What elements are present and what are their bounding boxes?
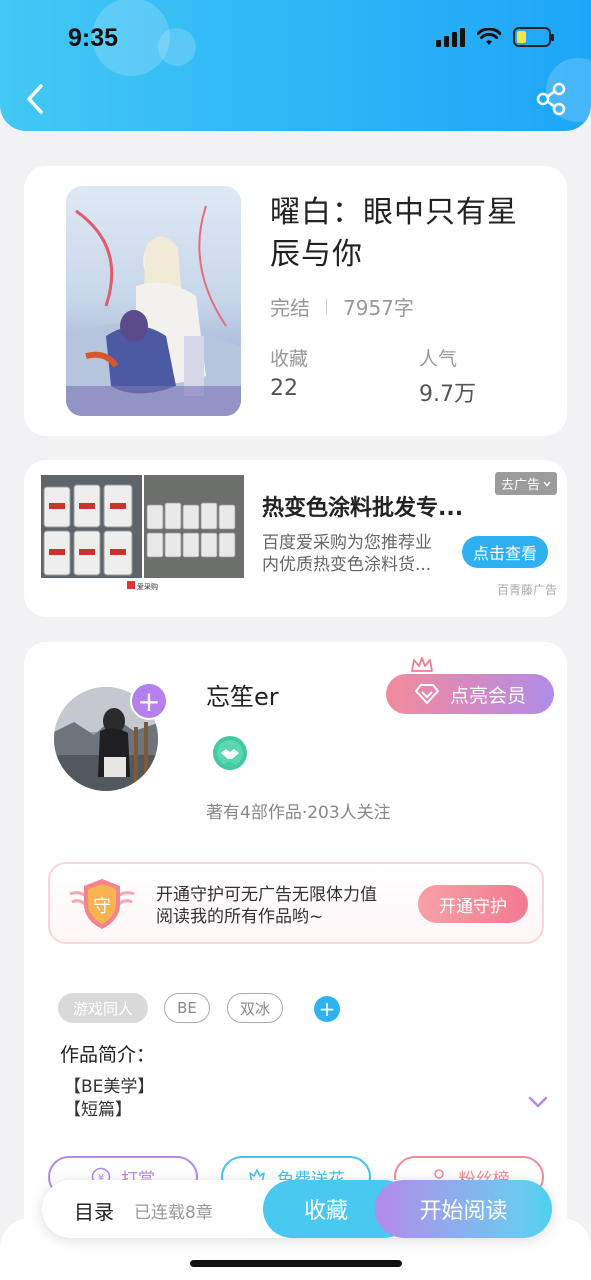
guard-text-line2: 阅读我的所有作品哟~ <box>156 907 324 927</box>
tag-game-fanfic[interactable]: 游戏同人 <box>58 993 148 1023</box>
popularity-label: 人气 <box>419 348 458 370</box>
wifi-icon <box>477 28 501 45</box>
book-title: 曜白：眼中只有星辰与你 <box>270 195 518 272</box>
tag-shuangbing[interactable]: 双冰 <box>227 993 283 1023</box>
intro-text: 【BE美学】 【短篇】 <box>64 1076 154 1122</box>
book-status: 完结 <box>270 296 310 320</box>
favorites-label: 收藏 <box>270 348 309 370</box>
intro-line: 【短篇】 <box>64 1100 132 1120</box>
handshake-badge-icon[interactable] <box>212 735 248 771</box>
remove-ad-button[interactable]: 去广告 <box>494 472 557 495</box>
favorites-value: 22 <box>270 376 298 401</box>
shield-icon: 守 <box>69 879 135 929</box>
diamond-icon <box>414 684 439 704</box>
top-header: 9:35 <box>0 0 591 131</box>
intro-line: 【BE美学】 <box>64 1077 155 1097</box>
book-meta: 完结 7957字 <box>270 292 414 321</box>
cellular-signal-icon <box>436 27 465 47</box>
guard-text-line1: 开通守护可无广告无限体力值 <box>156 885 377 905</box>
author-name[interactable]: 忘笙er <box>206 677 279 712</box>
guard-icon-char: 守 <box>93 896 111 917</box>
start-reading-button[interactable]: 开始阅读 <box>375 1180 552 1238</box>
add-tag-button[interactable]: + <box>314 996 340 1022</box>
intro-label: 作品简介： <box>60 1044 156 1066</box>
remove-ad-label: 去广告 <box>500 478 540 493</box>
ad-source: 百青藤广告 <box>496 583 557 597</box>
svg-text:爱采购: 爱采购 <box>137 582 158 591</box>
ad-title[interactable]: 热变色涂料批发专... <box>262 490 463 522</box>
chevron-down-icon[interactable] <box>526 1094 550 1110</box>
crown-icon <box>411 657 433 672</box>
ad-card[interactable]: 爱采购 热变色涂料批发专... 百度爱采购为您推荐业内优质热变色涂料货... 去… <box>24 460 567 617</box>
book-word-count: 7957字 <box>343 296 414 320</box>
home-indicator <box>190 1260 402 1267</box>
guard-promo-text: 开通守护可无广告无限体力值 阅读我的所有作品哟~ <box>156 884 377 928</box>
meta-divider <box>326 298 327 315</box>
activate-guard-button[interactable]: 开通守护 <box>418 885 528 923</box>
ad-view-button[interactable]: 点击查看 <box>462 536 548 568</box>
book-cover-image[interactable] <box>66 186 241 416</box>
status-time: 9:35 <box>68 24 119 52</box>
chapter-count: 已连载8章 <box>134 1203 213 1223</box>
battery-icon <box>513 27 554 47</box>
vip-button-label: 点亮会员 <box>449 684 526 707</box>
book-info-card: 曜白：眼中只有星辰与你 完结 7957字 收藏 22 人气 9.7万 <box>24 166 567 436</box>
share-icon[interactable] <box>535 82 569 116</box>
bottom-action-bar: 目录 已连载8章 收藏 开始阅读 <box>42 1180 552 1238</box>
status-icons <box>436 27 554 47</box>
popularity-value: 9.7万 <box>419 382 476 407</box>
activate-vip-button[interactable]: 点亮会员 <box>386 674 554 714</box>
tag-be[interactable]: BE <box>164 993 210 1023</box>
chevron-down-icon <box>543 481 551 487</box>
decor-bubble-small <box>158 28 196 66</box>
table-of-contents-button[interactable]: 目录 <box>74 1196 114 1225</box>
ad-description: 百度爱采购为您推荐业内优质热变色涂料货... <box>262 533 432 575</box>
ad-image[interactable]: 爱采购 <box>41 475 244 595</box>
follow-author-button[interactable]: + <box>130 682 168 720</box>
author-stats: 著有4部作品·203人关注 <box>206 803 391 823</box>
back-icon[interactable] <box>20 82 50 116</box>
guard-promo-box[interactable]: 守 开通守护可无广告无限体力值 阅读我的所有作品哟~ 开通守护 <box>48 862 544 944</box>
